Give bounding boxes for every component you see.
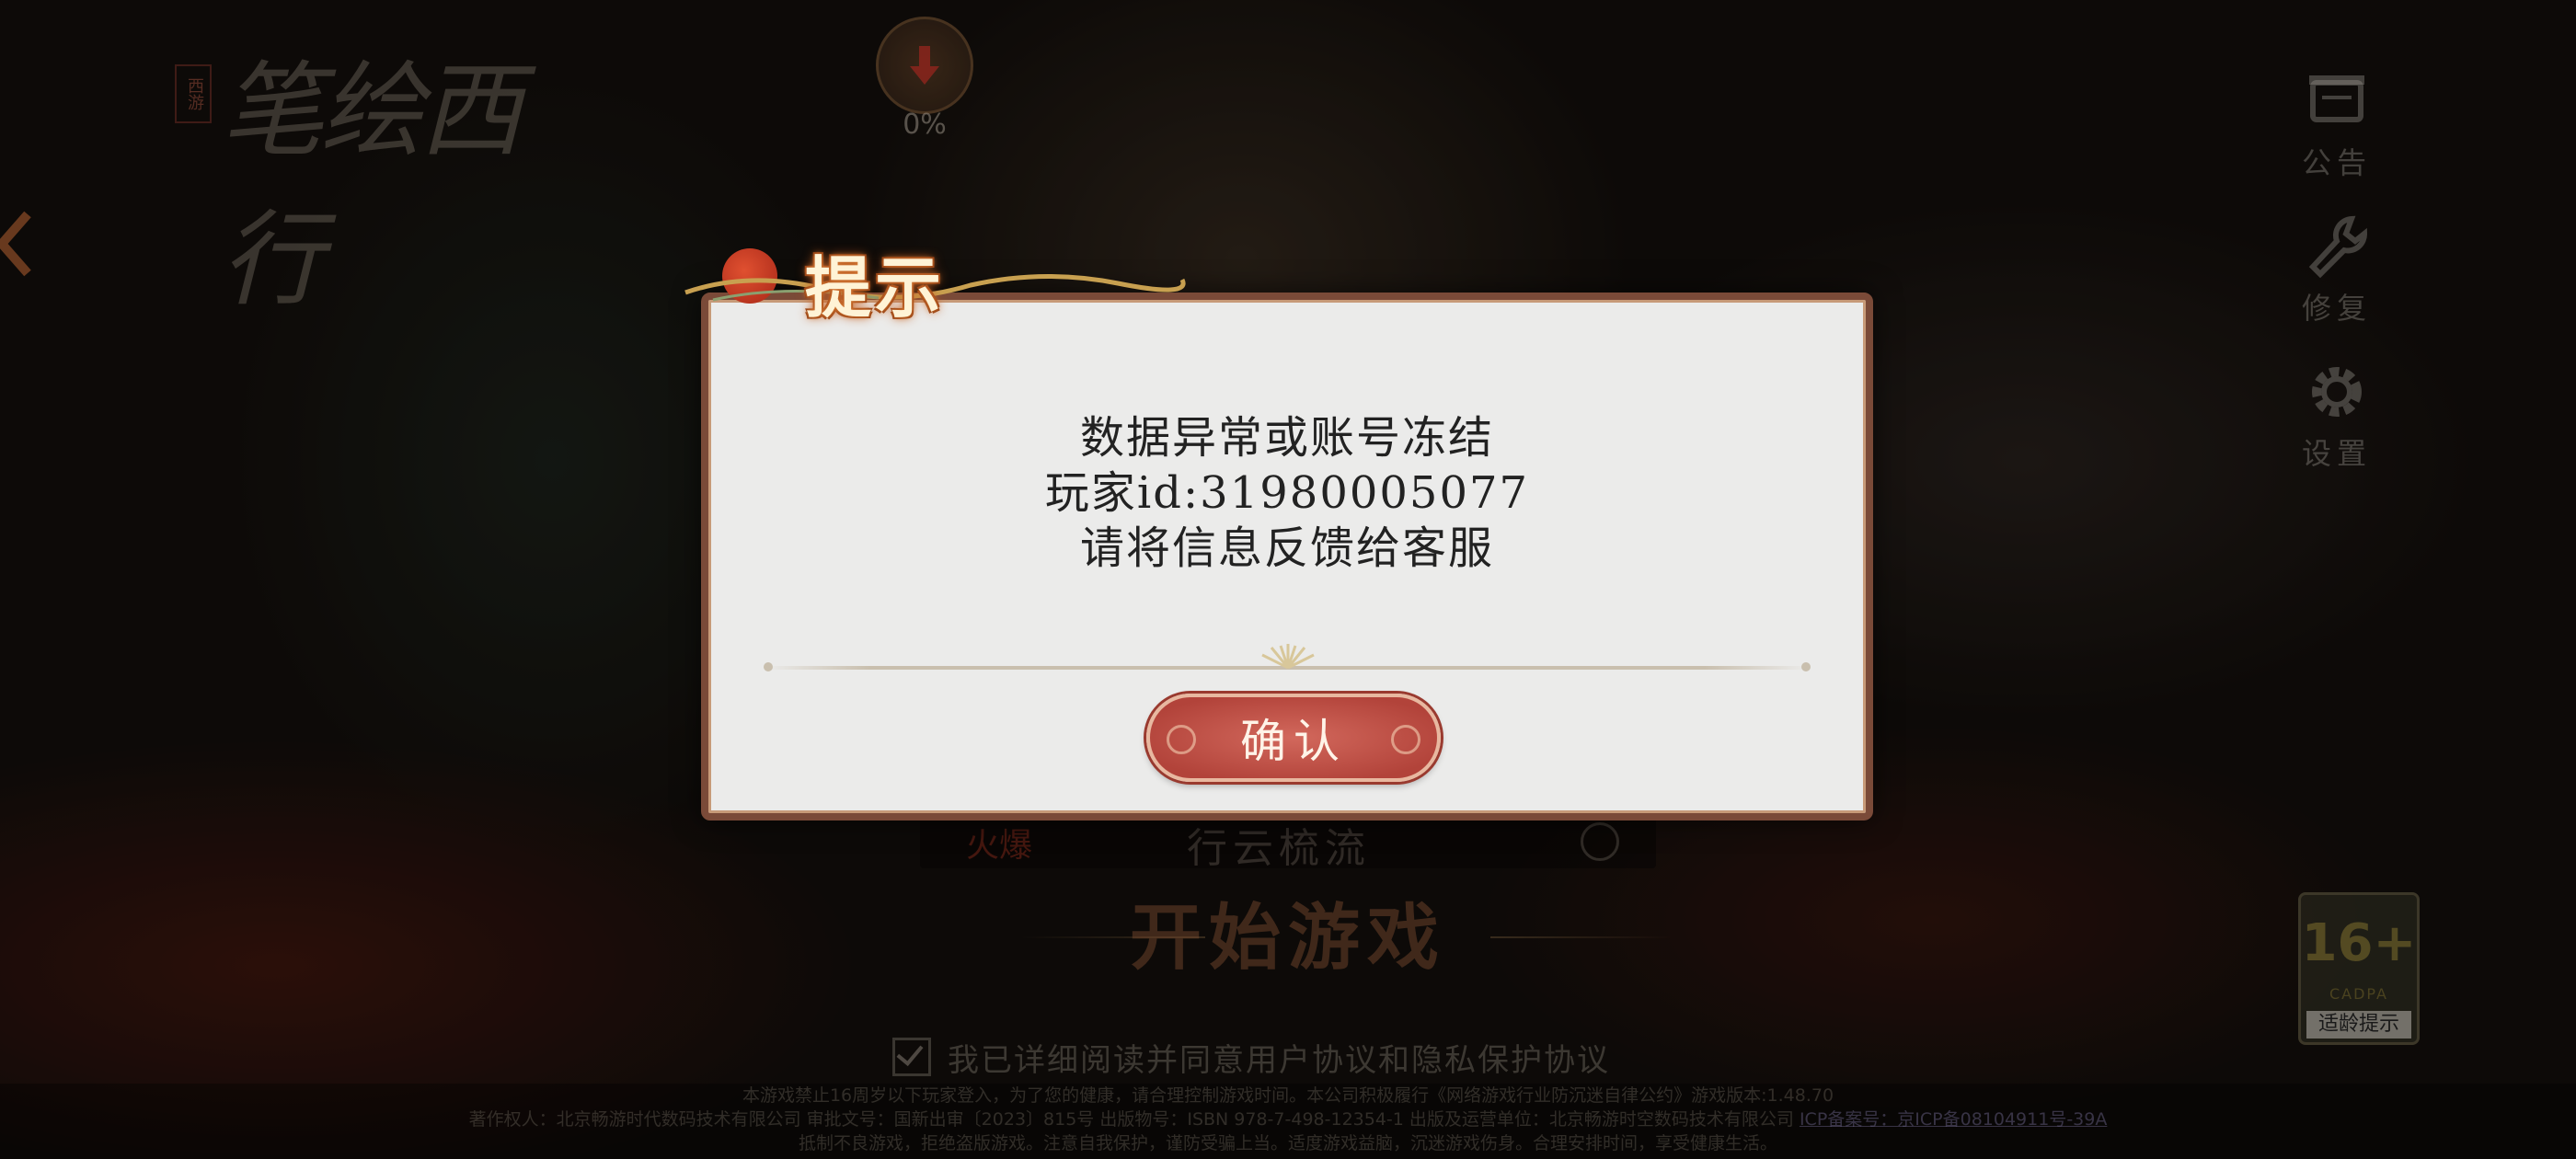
dialog-message-line-1: 数据异常或账号冻结: [1079, 412, 1494, 464]
alert-dialog: 数据异常或账号冻结 玩家id:31980005077 请将信息反馈给客服 确认: [701, 293, 1873, 820]
dialog-message-line-2: 玩家id:31980005077: [1044, 467, 1530, 519]
dialog-title-banner: 提示: [676, 230, 1228, 331]
dialog-message-line-3: 请将信息反馈给客服: [1079, 522, 1494, 574]
divider-ornament-icon: [1261, 644, 1315, 670]
dialog-message: 数据异常或账号冻结 玩家id:31980005077 请将信息反馈给客服: [708, 410, 1866, 576]
divider-dot-right: [1801, 662, 1811, 671]
confirm-button[interactable]: 确认: [1146, 694, 1441, 782]
dialog-title: 提示: [805, 248, 946, 327]
divider-dot-left: [764, 662, 773, 671]
